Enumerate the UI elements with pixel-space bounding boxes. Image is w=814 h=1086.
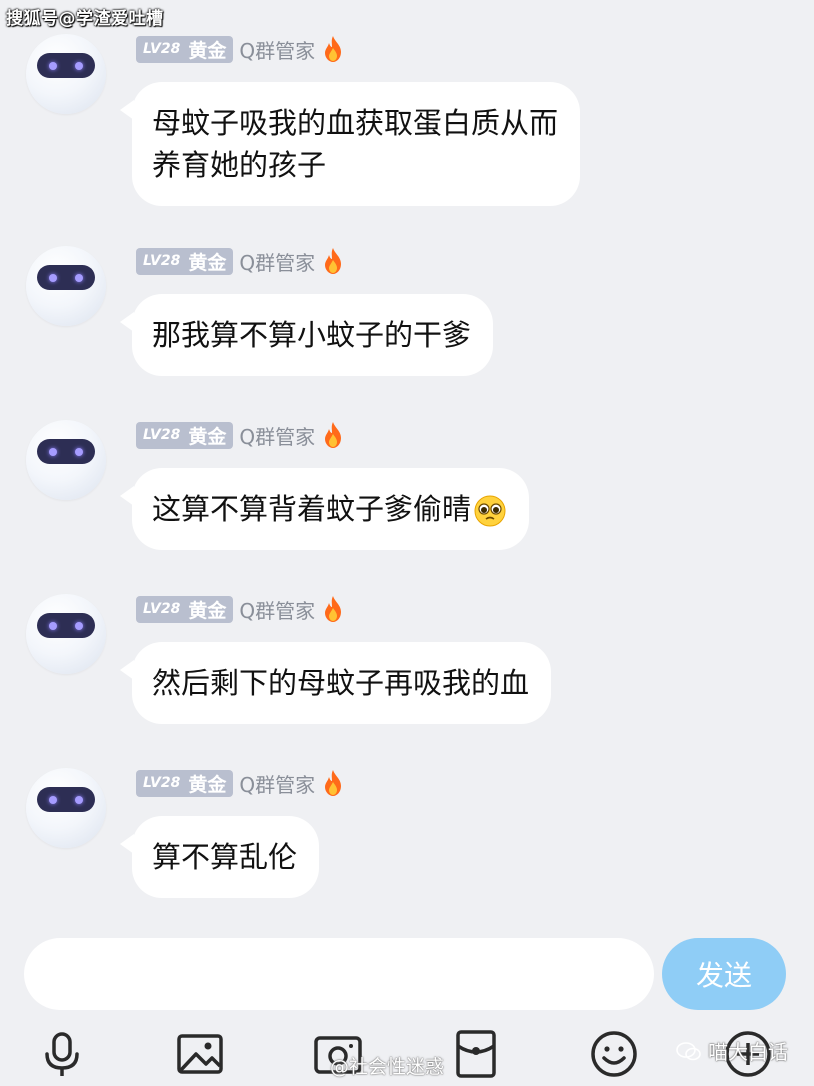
- sender-role: Q群管家: [239, 772, 316, 797]
- message-bubble[interactable]: 母蚊子吸我的血获取蛋白质从而 养育她的孩子: [119, 82, 581, 206]
- message-bubble[interactable]: 然后剩下的母蚊子再吸我的血: [119, 642, 552, 724]
- rank-label: 黄金: [188, 599, 227, 622]
- watermark-top: 搜狐号@学渣爱吐槽: [6, 9, 164, 29]
- chat-screen: 搜狐号@学渣爱吐槽 LV28 黄金 Q群管家 母蚊子吸我的血获取蛋白质从而 养育…: [0, 0, 814, 1086]
- fire-icon: [325, 422, 342, 448]
- fire-icon: [325, 596, 342, 622]
- message-input[interactable]: [24, 938, 654, 1010]
- message-bubble[interactable]: 这算不算背着蚊子爹偷晴: [119, 468, 530, 550]
- message-bubble[interactable]: 那我算不算小蚊子的干爹: [119, 294, 494, 376]
- avatar[interactable]: [26, 594, 106, 674]
- level-label: LV28: [143, 601, 181, 617]
- sender-meta: LV28 黄金 Q群管家: [136, 34, 345, 64]
- microphone-icon[interactable]: [34, 1026, 90, 1082]
- fire-icon: [325, 248, 342, 274]
- pleading-face-icon: [474, 495, 506, 527]
- message-bubble[interactable]: 算不算乱伦: [119, 816, 320, 898]
- sender-meta: LV28 黄金 Q群管家: [136, 768, 345, 798]
- rank-label: 黄金: [188, 425, 227, 448]
- sender-meta: LV28 黄金 Q群管家: [136, 246, 345, 276]
- fire-icon: [325, 36, 342, 62]
- level-badge: LV28 黄金: [136, 247, 234, 275]
- level-label: LV28: [143, 427, 181, 443]
- image-icon[interactable]: [172, 1026, 228, 1082]
- send-button[interactable]: 发送: [662, 938, 786, 1010]
- message-line: 那我算不算小蚊子的干爹: [152, 318, 472, 352]
- watermark-bottom-right: 喵大白话: [676, 1036, 788, 1065]
- avatar[interactable]: [26, 246, 106, 326]
- avatar[interactable]: [26, 768, 106, 848]
- sender-role: Q群管家: [239, 250, 316, 275]
- sender-role: Q群管家: [239, 38, 316, 63]
- composer: 发送: [0, 928, 814, 1020]
- avatar[interactable]: [26, 34, 106, 114]
- message-line: 母蚊子吸我的血获取蛋白质从而: [152, 106, 559, 140]
- rank-label: 黄金: [188, 39, 227, 62]
- level-label: LV28: [143, 41, 181, 57]
- level-label: LV28: [143, 253, 181, 269]
- level-badge: LV28 黄金: [136, 35, 234, 63]
- watermark-text: 喵大白话: [708, 1040, 788, 1064]
- message-line: 然后剩下的母蚊子再吸我的血: [152, 666, 530, 700]
- emoji-icon[interactable]: [586, 1026, 642, 1082]
- fire-icon: [325, 770, 342, 796]
- level-badge: LV28 黄金: [136, 769, 234, 797]
- message-line: 算不算乱伦: [152, 840, 298, 874]
- level-label: LV28: [143, 775, 181, 791]
- rank-label: 黄金: [188, 773, 227, 796]
- wechat-icon: [676, 1041, 701, 1060]
- avatar[interactable]: [26, 420, 106, 500]
- rank-label: 黄金: [188, 251, 227, 274]
- message-line: 养育她的孩子: [152, 148, 327, 182]
- sender-role: Q群管家: [239, 424, 316, 449]
- level-badge: LV28 黄金: [136, 421, 234, 449]
- message-line: 这算不算背着蚊子爹偷晴: [152, 492, 472, 526]
- red-packet-icon[interactable]: [448, 1026, 504, 1082]
- watermark-bottom-center: @社会性迷惑: [330, 1056, 445, 1078]
- level-badge: LV28 黄金: [136, 595, 234, 623]
- sender-meta: LV28 黄金 Q群管家: [136, 594, 345, 624]
- sender-meta: LV28 黄金 Q群管家: [136, 420, 345, 450]
- sender-role: Q群管家: [239, 598, 316, 623]
